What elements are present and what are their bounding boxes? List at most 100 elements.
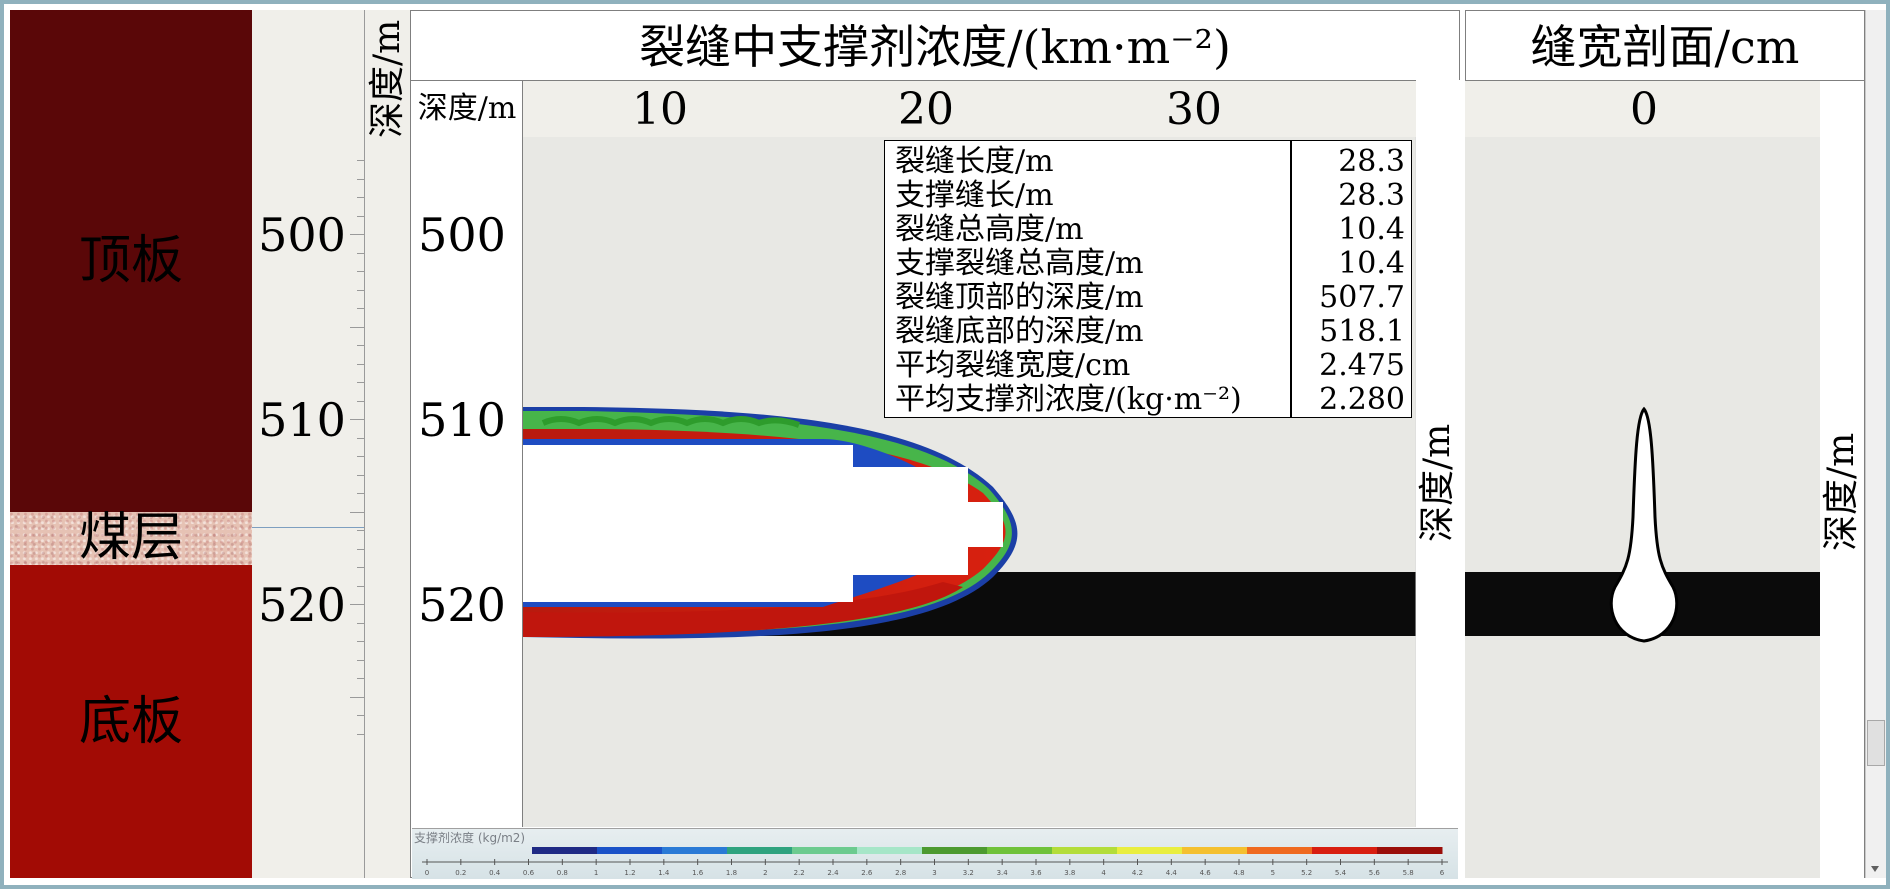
right-depth-strip: 深度/m bbox=[1820, 81, 1864, 878]
stat-row: 裂缝顶部的深度/m 507.7 bbox=[885, 281, 1411, 315]
stat-label: 裂缝长度/m bbox=[895, 144, 1054, 179]
legend-tick-label: 3.8 bbox=[1064, 869, 1075, 877]
legend-color-segment bbox=[1312, 847, 1378, 854]
inner-depth-labels: 500 510 520 bbox=[412, 0, 522, 889]
ruler-tick bbox=[350, 419, 364, 420]
ruler-tick bbox=[357, 548, 364, 550]
y-tick-label: 510 bbox=[418, 393, 506, 447]
legend-colorbar: 0 0.2 0.4 0.6 0.8 1 1.2 1.4 1.6 1.8 2 2.2 2.4 2.6 2.8 3… bbox=[422, 847, 1448, 877]
strata-column: 顶板 煤层 底板 bbox=[10, 10, 253, 878]
legend-tick-label: 1.8 bbox=[726, 869, 737, 877]
stratum-1: 煤层 bbox=[10, 508, 252, 569]
legend-tick-label: 2 bbox=[763, 869, 767, 877]
legend-color-segment bbox=[792, 847, 858, 854]
stratum-label: 底板 bbox=[78, 691, 183, 752]
ruler-tick bbox=[350, 696, 364, 698]
stat-row: 裂缝底部的深度/m 518.1 bbox=[885, 315, 1411, 349]
fracture-shape bbox=[523, 407, 1018, 639]
legend-tick-label: 0.2 bbox=[455, 869, 466, 877]
legend-tick-label: 5 bbox=[1271, 869, 1275, 877]
ruler-tick bbox=[357, 641, 364, 642]
width-profile-shape bbox=[1609, 406, 1679, 643]
y-tick-label: 520 bbox=[418, 578, 506, 632]
ruler-tick bbox=[357, 659, 364, 661]
ruler-tick bbox=[357, 733, 364, 735]
legend-tick-label: 1.4 bbox=[658, 869, 670, 877]
color-legend: 支撑剂浓度 (kg/m2) 0 0.2 0.4 0.6 0.8 1 1.2 1.4 1.6 1.8… bbox=[412, 828, 1458, 879]
depth-axis-title-strip: 深度/m bbox=[365, 10, 410, 878]
ruler-tick bbox=[357, 197, 364, 198]
ruler-tick bbox=[350, 604, 364, 605]
legend-tick-label: 3.2 bbox=[963, 869, 974, 877]
proppant-chart-title: 裂缝中支撑剂浓度/(km·m⁻²) bbox=[639, 20, 1231, 74]
legend-tick-label: 5.6 bbox=[1369, 869, 1381, 877]
stat-label: 裂缝底部的深度/m bbox=[895, 314, 1144, 349]
stat-label: 裂缝总高度/m bbox=[895, 212, 1084, 247]
legend-color-segment bbox=[1052, 847, 1118, 854]
stat-value: 518.1 bbox=[1319, 314, 1405, 349]
legend-tick-label: 1 bbox=[594, 869, 598, 877]
ruler-tick bbox=[357, 215, 364, 217]
stat-value: 507.7 bbox=[1319, 280, 1405, 315]
stat-value: 2.280 bbox=[1319, 382, 1405, 417]
depth-axis-title: 深度/m bbox=[367, 19, 408, 138]
ruler-tick bbox=[357, 622, 364, 624]
stratum-0: 顶板 bbox=[10, 10, 252, 512]
ruler-tick bbox=[350, 326, 364, 328]
ruler-tick bbox=[357, 363, 364, 365]
stat-label: 平均裂缝宽度/cm bbox=[895, 348, 1131, 383]
ruler-tick bbox=[357, 456, 364, 457]
stat-label: 裂缝顶部的深度/m bbox=[895, 280, 1144, 315]
ruler-tick bbox=[357, 400, 364, 402]
stat-row: 平均支撑剂浓度/(kg·m⁻²) 2.280 bbox=[885, 383, 1411, 417]
depth-cursor-line bbox=[252, 527, 364, 528]
ruler-label: 510 bbox=[258, 393, 346, 447]
legend-tick-label: 4.8 bbox=[1233, 869, 1244, 877]
legend-tick-label: 3.6 bbox=[1030, 869, 1042, 877]
legend-tick-label: 3 bbox=[932, 869, 936, 877]
legend-color-segment bbox=[1182, 847, 1248, 854]
legend-color-segment bbox=[1117, 847, 1183, 854]
fracture-stats-table: 裂缝长度/m 28.3 支撑缝长/m 28.3 裂缝总高度/m 10.4 支撑裂缝总高度/m… bbox=[884, 140, 1412, 418]
ruler-tick bbox=[350, 234, 364, 235]
legend-tick-label: 4.6 bbox=[1200, 869, 1212, 877]
legend-color-segment bbox=[597, 847, 663, 854]
mid-depth-axis-title: 深度/m bbox=[1417, 423, 1458, 542]
legend-tick-label: 4.2 bbox=[1132, 869, 1143, 877]
ruler-tick bbox=[357, 308, 364, 309]
legend-tick-label: 4 bbox=[1101, 869, 1106, 877]
scrollbar-thumb[interactable] bbox=[1867, 720, 1885, 766]
y-tick-label: 500 bbox=[418, 208, 506, 262]
legend-tick-label: 5.4 bbox=[1335, 869, 1347, 877]
ruler-tick bbox=[357, 160, 364, 161]
x-tick-label: 30 bbox=[1166, 84, 1222, 135]
legend-color-segment bbox=[987, 847, 1053, 854]
legend-color-segment bbox=[532, 847, 598, 854]
legend-tick-label: 0.6 bbox=[523, 869, 535, 877]
legend-color-segment bbox=[662, 847, 728, 854]
ruler-label: 500 bbox=[258, 208, 346, 262]
ruler-tick bbox=[357, 585, 364, 587]
mid-depth-strip: 深度/m bbox=[1416, 80, 1460, 878]
legend-color-segment bbox=[922, 847, 988, 854]
stat-label: 平均支撑剂浓度/(kg·m⁻²) bbox=[895, 382, 1242, 417]
legend-tick-label: 2.8 bbox=[895, 869, 906, 877]
legend-tick-label: 3.4 bbox=[997, 869, 1009, 877]
ruler-tick bbox=[357, 530, 364, 531]
ruler-label: 520 bbox=[258, 578, 346, 632]
ruler-tick bbox=[350, 511, 364, 513]
right-x-tick-label: 0 bbox=[1630, 84, 1658, 135]
x-tick-label: 10 bbox=[632, 84, 688, 135]
ruler-tick bbox=[357, 567, 364, 568]
legend-tick-label: 5.8 bbox=[1403, 869, 1414, 877]
legend-tick-label: 1.2 bbox=[624, 869, 635, 877]
stratum-2: 底板 bbox=[10, 565, 252, 878]
stratum-label: 煤层 bbox=[78, 508, 183, 569]
stat-value: 28.3 bbox=[1338, 178, 1405, 213]
legend-color-segment bbox=[1377, 847, 1443, 854]
ruler-tick bbox=[357, 493, 364, 494]
legend-tick-label: 0 bbox=[425, 869, 429, 877]
legend-tick-label: 0.4 bbox=[489, 869, 501, 877]
scroll-down-arrow-icon[interactable] bbox=[1867, 862, 1883, 876]
legend-color-segment bbox=[1247, 847, 1313, 854]
